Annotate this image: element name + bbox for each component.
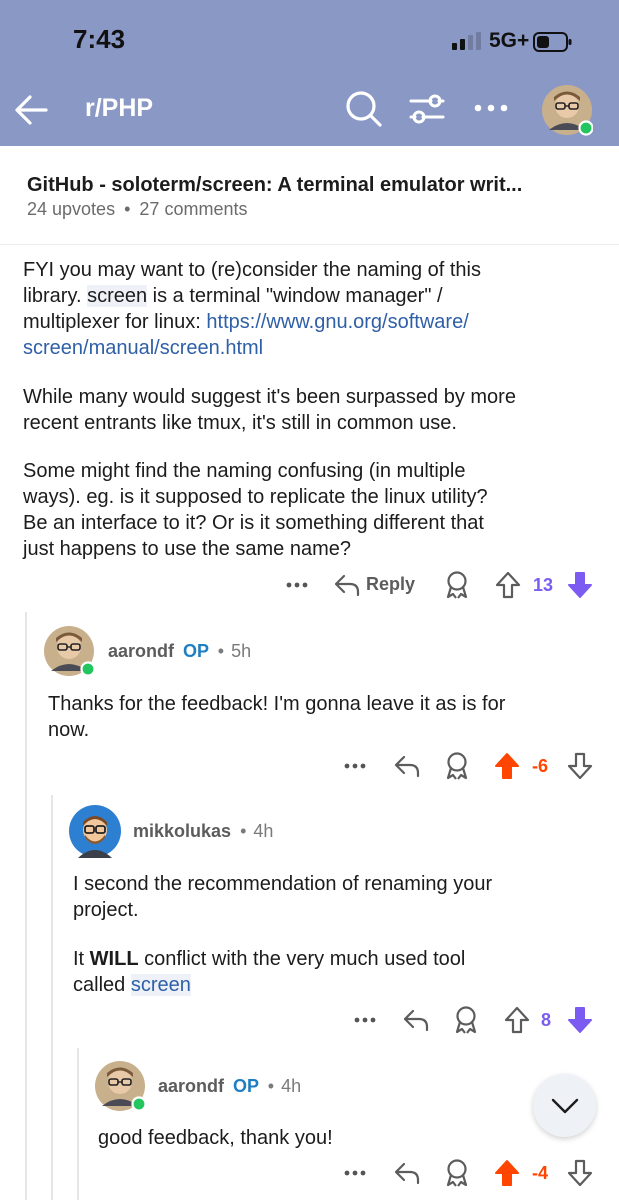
- comment-text: just happens to use the same name?: [23, 538, 351, 560]
- network-type: 5G+: [489, 29, 530, 52]
- reply-icon[interactable]: [333, 572, 361, 598]
- reply-button[interactable]: Reply: [366, 574, 415, 595]
- award-icon[interactable]: [443, 1158, 471, 1188]
- comment-text: now.: [48, 719, 90, 741]
- gnu-screen-link-cont[interactable]: screen/manual/screen.html: [23, 335, 481, 361]
- comment-body: Some might find the naming confusing (in…: [23, 458, 488, 562]
- comment-text: It WILL conflict with the very much used…: [73, 946, 465, 972]
- text-span: conflict with the very much used tool: [138, 948, 466, 970]
- bold-text: WILL: [89, 948, 139, 970]
- comment-text: While many would suggest it's been surpa…: [23, 386, 516, 408]
- comment-text: library. screen is a terminal "window ma…: [23, 283, 481, 309]
- meta-separator: •: [124, 199, 131, 219]
- comment-author-meta: aarondf OP • 4h: [158, 1076, 301, 1097]
- downvote-icon[interactable]: [567, 571, 593, 599]
- meta-separator: •: [217, 641, 225, 661]
- more-options-icon[interactable]: [353, 1013, 377, 1027]
- avatar[interactable]: [68, 804, 122, 858]
- comment-body: It WILL conflict with the very much used…: [73, 946, 465, 998]
- award-icon[interactable]: [452, 1005, 480, 1035]
- comment-text: recent entrants like tmux, it's still in…: [23, 412, 457, 434]
- comment-author-meta: mikkolukas • 4h: [133, 821, 273, 842]
- award-icon[interactable]: [443, 751, 471, 781]
- inline-code: screen: [130, 974, 191, 996]
- comment-body: I second the recommendation of renaming …: [73, 871, 492, 923]
- comment-age: 5h: [231, 641, 252, 661]
- downvote-icon[interactable]: [567, 1159, 593, 1187]
- user-avatar[interactable]: [541, 84, 593, 136]
- vote-score: 8: [541, 1010, 552, 1030]
- comment-age: 4h: [281, 1076, 302, 1096]
- comment-text: project.: [73, 899, 139, 921]
- battery-icon: [533, 32, 572, 52]
- comment-text: Be an interface to it? Or is it somethin…: [23, 512, 484, 534]
- comment-text: FYI you may want to (re)consider the nam…: [23, 259, 481, 281]
- vote-score: 13: [533, 575, 554, 595]
- thread-line[interactable]: [77, 1048, 79, 1200]
- upvote-icon[interactable]: [494, 752, 520, 780]
- comment-body: Thanks for the feedback! I'm gonna leave…: [48, 691, 505, 743]
- back-arrow-icon[interactable]: [12, 90, 52, 130]
- username[interactable]: aarondf: [158, 1076, 224, 1096]
- comment-text: good feedback, thank you!: [98, 1127, 333, 1149]
- post-comment-count: 27 comments: [139, 199, 248, 219]
- inline-code: screen: [87, 285, 148, 307]
- upvote-icon[interactable]: [495, 571, 521, 599]
- scroll-down-button[interactable]: [533, 1074, 596, 1137]
- text-span: It: [73, 948, 90, 970]
- text-span: multiplexer for linux:: [23, 311, 207, 333]
- username[interactable]: aarondf: [108, 641, 174, 661]
- more-options-icon[interactable]: [285, 578, 309, 592]
- post-meta: 24 upvotes • 27 comments: [27, 199, 247, 220]
- username[interactable]: mikkolukas: [133, 821, 231, 841]
- more-options-icon[interactable]: [472, 100, 512, 116]
- signal-strength-icon: [452, 32, 481, 50]
- comment-text: multiplexer for linux: https://www.gnu.o…: [23, 309, 481, 335]
- text-span: called: [73, 974, 131, 996]
- more-options-icon[interactable]: [343, 1166, 367, 1180]
- avatar[interactable]: [43, 625, 95, 677]
- reply-icon[interactable]: [402, 1007, 430, 1033]
- meta-separator: •: [267, 1076, 275, 1096]
- post-title[interactable]: GitHub - soloterm/screen: A terminal emu…: [27, 174, 607, 197]
- post-upvotes: 24 upvotes: [27, 199, 116, 219]
- op-badge: OP: [183, 641, 209, 661]
- downvote-icon[interactable]: [567, 1006, 593, 1034]
- comment-body: FYI you may want to (re)consider the nam…: [23, 257, 481, 361]
- chevron-down-icon: [551, 1098, 579, 1114]
- comment-text: ways). eg. is it supposed to replicate t…: [23, 486, 488, 508]
- comment-age: 4h: [253, 821, 274, 841]
- status-time: 7:43: [73, 24, 126, 54]
- downvote-icon[interactable]: [567, 752, 593, 780]
- subreddit-title[interactable]: r/PHP: [85, 94, 153, 123]
- meta-separator: •: [240, 821, 247, 841]
- upvote-icon[interactable]: [504, 1006, 530, 1034]
- comment-text: called screen: [73, 972, 465, 998]
- gnu-screen-link[interactable]: https://www.gnu.org/software/: [206, 311, 468, 333]
- avatar[interactable]: [94, 1060, 146, 1112]
- comment-text: I second the recommendation of renaming …: [73, 873, 493, 895]
- app-header: 7:43 5G+ r/PHP: [0, 0, 619, 146]
- comment-body: While many would suggest it's been surpa…: [23, 384, 516, 436]
- award-icon[interactable]: [443, 570, 471, 600]
- comment-text: Some might find the naming confusing (in…: [23, 460, 466, 482]
- text-span: library.: [23, 285, 88, 307]
- text-span: is a terminal "window manager" /: [147, 285, 443, 307]
- divider: [0, 244, 619, 245]
- search-icon[interactable]: [343, 88, 383, 128]
- more-options-icon[interactable]: [343, 759, 367, 773]
- op-badge: OP: [233, 1076, 259, 1096]
- vote-score: -4: [532, 1163, 549, 1183]
- thread-line[interactable]: [51, 795, 53, 1200]
- upvote-icon[interactable]: [494, 1159, 520, 1187]
- reply-icon[interactable]: [393, 1160, 421, 1186]
- comment-author-meta: aarondf OP • 5h: [108, 641, 251, 662]
- sort-filter-icon[interactable]: [407, 90, 447, 128]
- reply-icon[interactable]: [393, 753, 421, 779]
- comment-text: Thanks for the feedback! I'm gonna leave…: [48, 693, 506, 715]
- vote-score: -6: [532, 756, 549, 776]
- comment-body: good feedback, thank you!: [98, 1125, 333, 1151]
- thread-line[interactable]: [25, 612, 27, 1200]
